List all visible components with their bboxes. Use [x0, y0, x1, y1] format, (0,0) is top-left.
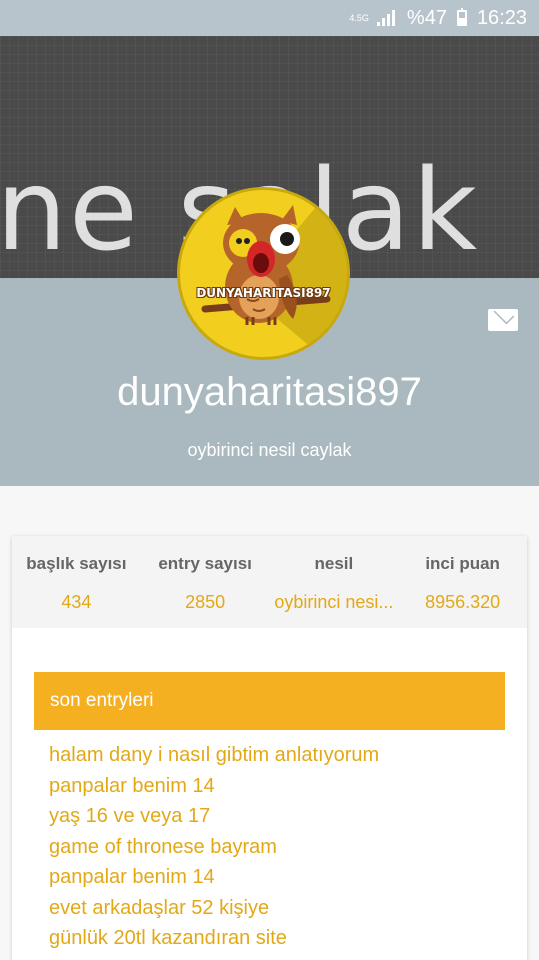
entry-link[interactable]: evet arkadaşlar 52 kişiye	[49, 893, 379, 924]
user-generation: oybirinci nesil caylak	[187, 440, 352, 460]
stat-points: inci puan 8956.320	[398, 536, 527, 628]
stat-value: 2850	[185, 592, 226, 612]
signal-icon	[376, 10, 395, 26]
stat-label: başlık sayısı	[26, 554, 127, 573]
stat-topic-count: başlık sayısı 434	[12, 536, 141, 628]
username: dunyaharitasi897	[117, 370, 422, 414]
battery-icon	[456, 8, 467, 26]
recent-entries-list: halam dany i nasıl gibtim anlatıyorum pa…	[49, 740, 379, 954]
stat-label: inci puan	[425, 554, 500, 573]
entry-link[interactable]: game of thronese bayram	[49, 832, 379, 863]
network-type: 4.5G	[349, 12, 369, 23]
profile-card: başlık sayısı 434 entry sayısı 2850 nesi…	[12, 536, 527, 960]
mail-icon[interactable]	[488, 309, 518, 331]
status-bar: 4.5G %47 16:23	[0, 0, 539, 36]
entry-link[interactable]: panpalar benim 14	[49, 771, 379, 802]
entry-link[interactable]: günlük 20tl kazandıran site	[49, 923, 379, 954]
stats-row: başlık sayısı 434 entry sayısı 2850 nesi…	[12, 536, 527, 628]
stat-label: entry sayısı	[158, 554, 252, 573]
stat-value: oybirinci nesi...	[274, 592, 394, 612]
recent-entries-header: son entryleri	[34, 672, 505, 730]
stat-generation: nesil oybirinci nesi...	[270, 536, 399, 628]
clock: 16:23	[476, 6, 527, 29]
entry-link[interactable]: yaş 16 ve veya 17	[49, 801, 379, 832]
stat-value: 8956.320	[425, 592, 501, 612]
entry-link[interactable]: halam dany i nasıl gibtim anlatıyorum	[49, 740, 379, 771]
avatar[interactable]: DUNYAHARITASI897	[177, 187, 350, 360]
battery-percent: %47	[406, 6, 447, 29]
stat-entry-count: entry sayısı 2850	[141, 536, 270, 628]
avatar-label: DUNYAHARITASI897	[196, 286, 331, 300]
owl-avatar-icon	[201, 205, 331, 325]
stat-label: nesil	[314, 554, 354, 573]
entry-link[interactable]: panpalar benim 14	[49, 862, 379, 893]
stat-value: 434	[61, 592, 92, 612]
